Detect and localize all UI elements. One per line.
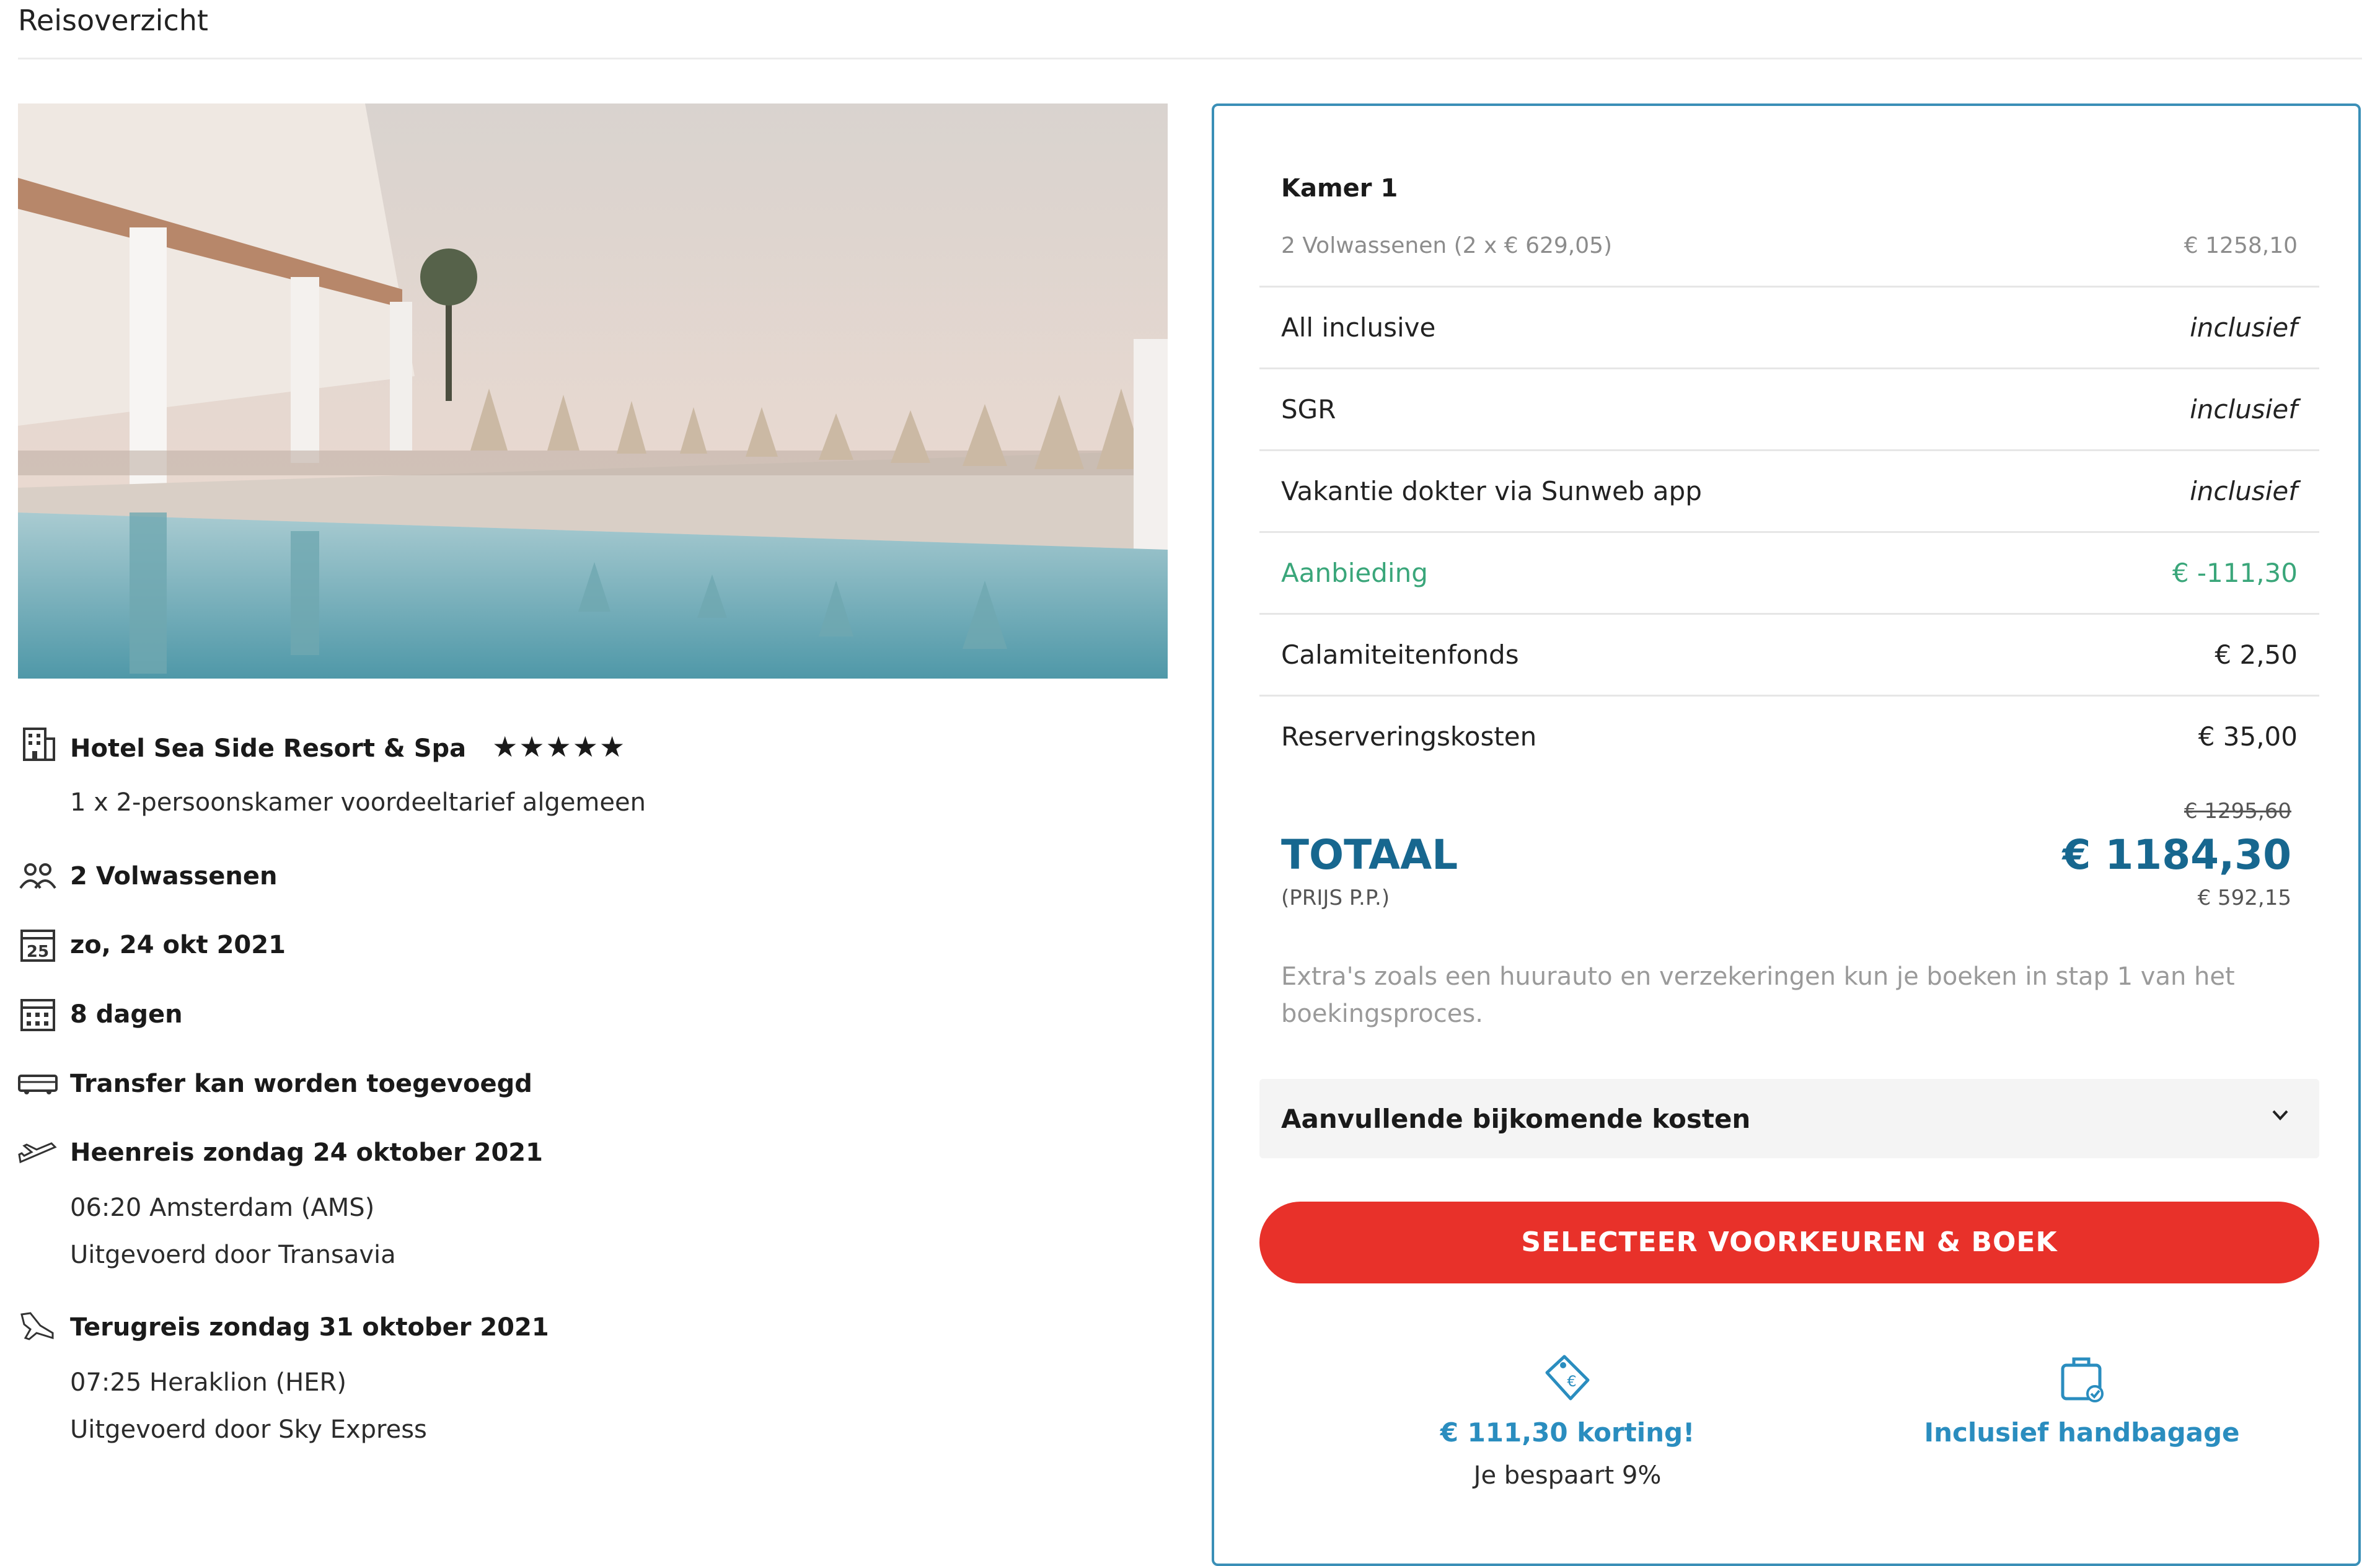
price-tag-icon: € (1540, 1352, 1595, 1407)
price-row-value: inclusief (2190, 476, 2298, 506)
select-preferences-book-button[interactable]: SELECTEER VOORKEUREN & BOEK (1259, 1202, 2319, 1283)
plane-land-icon (18, 1308, 58, 1345)
usp-discount-sub: Je bespaart 9% (1473, 1461, 1662, 1490)
price-row-calamiteitenfonds: Calamiteitenfonds € 2,50 (1259, 613, 2319, 696)
price-row-all-inclusive: All inclusive inclusief (1259, 286, 2319, 369)
price-summary-card: Kamer 1 2 Volwassenen (2 x € 629,05) € 1… (1212, 103, 2361, 1566)
price-row-value: € -111,30 (2172, 558, 2298, 588)
price-row-label: Vakantie dokter via Sunweb app (1281, 476, 1702, 506)
date-row: 25 zo, 24 okt 2021 (18, 926, 1146, 963)
price-row-reserveringskosten: Reserveringskosten € 35,00 (1259, 695, 2319, 778)
price-row-label: Calamiteitenfonds (1281, 640, 1519, 670)
svg-text:25: 25 (27, 943, 49, 961)
price-row-value: inclusief (2190, 312, 2298, 343)
total-old-price: € 1295,60 (2184, 799, 2291, 824)
outbound-flight: Heenreis zondag 24 oktober 2021 06:20 Am… (18, 1133, 1146, 1276)
return-flight: Terugreis zondag 31 oktober 2021 07:25 H… (18, 1308, 1146, 1451)
total-price: € 1184,30 (2062, 831, 2291, 879)
people-icon (18, 857, 58, 894)
outbound-title: Heenreis zondag 24 oktober 2021 (70, 1138, 543, 1167)
price-row-label: Aanbieding (1281, 558, 1428, 588)
price-row-sgr: SGR inclusief (1259, 367, 2319, 451)
hotel-icon (18, 725, 58, 762)
return-departure: 07:25 Heraklion (HER) (70, 1368, 346, 1397)
departure-date: zo, 24 okt 2021 (70, 931, 286, 959)
duration-row: 8 dagen (18, 995, 1146, 1032)
additional-costs-accordion[interactable]: Aanvullende bijkomende kosten (1259, 1079, 2319, 1158)
return-title: Terugreis zondag 31 oktober 2021 (70, 1313, 549, 1342)
room-type: 1 x 2-persoonskamer voordeeltarief algem… (70, 788, 646, 817)
suitcase-icon (2054, 1352, 2110, 1407)
price-per-person-label: (PRIJS P.P.) (1281, 886, 1390, 910)
price-row-value: € 35,00 (2198, 721, 2298, 752)
svg-text:€: € (1567, 1373, 1576, 1390)
price-row-label: SGR (1281, 394, 1336, 424)
hotel-name[interactable]: Hotel Sea Side Resort & Spa (70, 734, 466, 763)
transfer-info: Transfer kan worden toegevoegd (70, 1070, 532, 1098)
price-row-label: All inclusive (1281, 312, 1436, 343)
price-row-value: € 2,50 (2215, 640, 2298, 670)
outbound-departure: 06:20 Amsterdam (AMS) (70, 1194, 375, 1222)
calendar-date-icon: 25 (18, 926, 58, 963)
extras-note: Extra's zoals een huurauto en verzekerin… (1281, 962, 2235, 1028)
chevron-down-icon[interactable] (2266, 1101, 2294, 1130)
hotel-photo-image (18, 103, 1168, 679)
outbound-carrier: Uitgevoerd door Transavia (70, 1241, 396, 1269)
usp-discount: € € 111,30 korting! Je bespaart 9% (1313, 1352, 1822, 1490)
price-per-person-value: € 592,15 (2197, 886, 2291, 910)
price-row-value: inclusief (2190, 394, 2298, 424)
plane-depart-icon (18, 1133, 58, 1171)
page-title: Reisoverzicht (18, 4, 208, 37)
price-row-aanbieding: Aanbieding € -111,30 (1259, 531, 2319, 614)
usp-baggage-title: Inclusief handbagage (1924, 1417, 2240, 1448)
accordion-label: Aanvullende bijkomende kosten (1281, 1104, 1751, 1134)
transfer-row: Transfer kan worden toegevoegd (18, 1065, 1146, 1102)
hotel-info: Hotel Sea Side Resort & Spa ★★★★★ 1 x 2-… (18, 725, 1146, 824)
travellers: 2 Volwassenen (70, 862, 278, 891)
return-carrier: Uitgevoerd door Sky Express (70, 1415, 427, 1444)
divider (18, 58, 2362, 59)
price-row-vakantie-dokter: Vakantie dokter via Sunweb app inclusief (1259, 449, 2319, 532)
travellers-row: 2 Volwassenen (18, 857, 1146, 894)
duration: 8 dagen (70, 1000, 183, 1029)
bus-icon (18, 1065, 58, 1102)
usp-discount-title: € 111,30 korting! (1440, 1417, 1695, 1448)
star-rating: ★★★★★ (492, 730, 627, 763)
hotel-photo[interactable] (18, 103, 1168, 679)
adults-label: 2 Volwassenen (2 x € 629,05) (1281, 233, 1613, 258)
adults-price-row: 2 Volwassenen (2 x € 629,05) € 1258,10 (1281, 233, 2298, 258)
price-row-label: Reserveringskosten (1281, 721, 1537, 752)
room-title: Kamer 1 (1281, 174, 1398, 203)
adults-value: € 1258,10 (2184, 233, 2298, 258)
usp-baggage: Inclusief handbagage (1828, 1352, 2336, 1448)
calendar-icon (18, 995, 58, 1032)
total-label: TOTAAL (1281, 831, 1458, 879)
